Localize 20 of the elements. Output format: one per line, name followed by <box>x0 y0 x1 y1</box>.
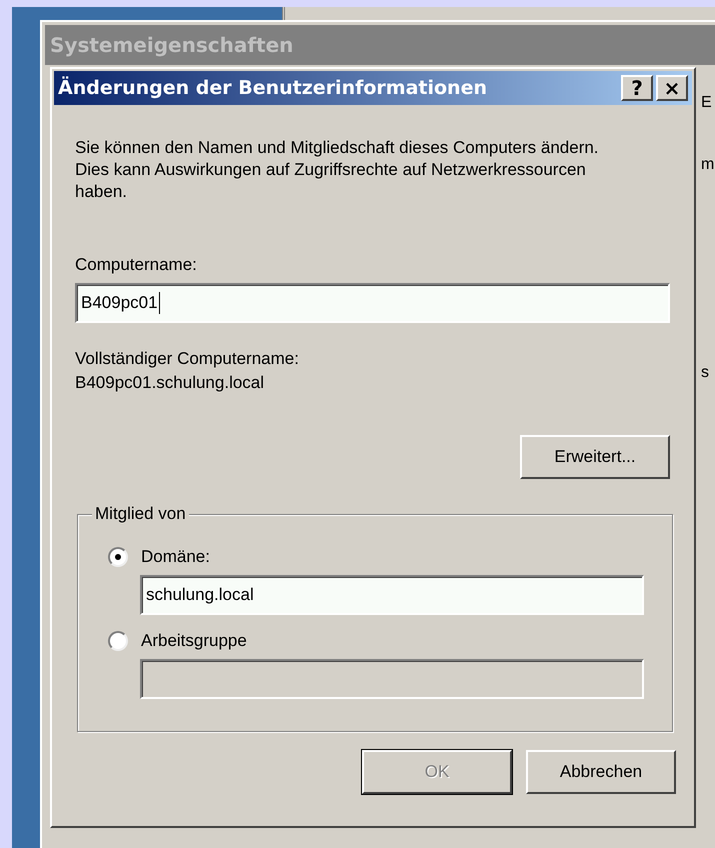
field-label: Computername: <box>75 254 198 276</box>
advanced-button[interactable]: Erweitert... <box>520 435 670 479</box>
help-button[interactable]: ? <box>621 75 653 101</box>
radio-button[interactable] <box>108 631 128 651</box>
computer-name-field[interactable]: B409pc01 <box>75 283 670 323</box>
cut-off-text: m <box>701 156 714 174</box>
radio-label: Domäne: <box>141 547 210 567</box>
domain-field[interactable]: schulung.local <box>140 575 644 615</box>
radio-label: Arbeitsgruppe <box>141 631 247 651</box>
cut-off-text: E <box>701 94 712 112</box>
close-button[interactable]: × <box>656 75 688 101</box>
description-text: Sie können den Namen und Mitgliedschaft dieses Computers ändern. Dies kann Auswirkungen auf Zugriffsrechte auf Netzwerkressourcen haben. <box>75 137 600 203</box>
window-title: Änderungen der Benutzerinformationen <box>58 77 488 99</box>
window-title: Systemeigenschaften <box>45 25 715 65</box>
field-label: Vollständiger Computername: <box>75 348 300 370</box>
radio-button[interactable] <box>108 547 128 567</box>
cut-off-text: s <box>701 364 709 382</box>
workgroup-field[interactable] <box>140 659 644 699</box>
full-computer-name: B409pc01.schulung.local <box>75 372 266 394</box>
cancel-button[interactable]: Abbrechen <box>526 750 676 794</box>
